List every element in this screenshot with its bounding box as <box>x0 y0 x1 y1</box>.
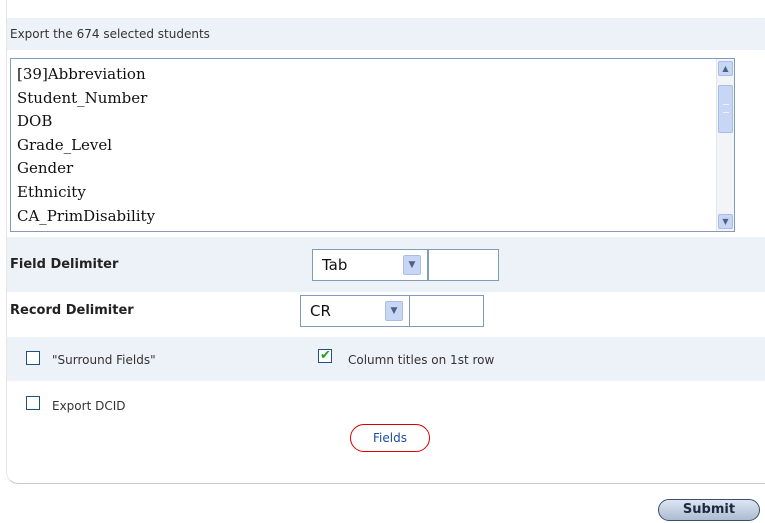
vertical-scrollbar[interactable]: ▲ ▼ <box>716 59 734 231</box>
checkmark-icon: ✔ <box>320 348 331 363</box>
surround-fields-label: "Surround Fields" <box>52 353 156 367</box>
scroll-thumb[interactable] <box>718 85 733 133</box>
column-titles-checkbox[interactable]: ✔ <box>318 348 332 363</box>
export-dcid-checkbox[interactable] <box>26 396 40 410</box>
field-list-item[interactable]: Gender <box>17 157 734 181</box>
field-delimiter-value: Tab <box>322 256 348 274</box>
chevron-down-icon[interactable]: ▼ <box>385 301 403 321</box>
field-delimiter-custom-input[interactable] <box>428 249 499 281</box>
surround-fields-checkbox[interactable] <box>26 351 40 365</box>
record-delimiter-custom-input[interactable] <box>409 295 484 327</box>
export-fields-textarea[interactable]: [39]Abbreviation Student_Number DOB Grade_L… <box>10 58 735 232</box>
field-list-item[interactable]: CA_PrimDisability <box>17 205 734 229</box>
submit-button[interactable]: Submit <box>658 499 760 521</box>
chevron-down-icon[interactable]: ▼ <box>403 255 421 275</box>
field-list-item[interactable]: Grade_Level <box>17 134 734 158</box>
record-delimiter-select[interactable]: CR ▼ <box>300 295 410 327</box>
export-dcid-label: Export DCID <box>52 399 126 413</box>
record-delimiter-label: Record Delimiter <box>10 303 134 318</box>
record-delimiter-value: CR <box>310 302 331 320</box>
field-delimiter-select[interactable]: Tab ▼ <box>312 249 428 281</box>
field-list-item[interactable]: [39]Abbreviation <box>17 63 734 87</box>
field-list: [39]Abbreviation Student_Number DOB Grade_L… <box>11 59 734 228</box>
field-list-item[interactable]: Ethnicity <box>17 181 734 205</box>
field-list-item[interactable]: DOB <box>17 110 734 134</box>
scroll-down-icon[interactable]: ▼ <box>718 214 733 229</box>
fields-button[interactable]: Fields <box>350 424 430 452</box>
field-delimiter-label: Field Delimiter <box>10 257 119 272</box>
scroll-up-icon[interactable]: ▲ <box>718 61 733 76</box>
column-titles-label: Column titles on 1st row <box>348 353 495 367</box>
field-list-item[interactable]: Student_Number <box>17 87 734 111</box>
export-header: Export the 674 selected students <box>10 27 210 41</box>
